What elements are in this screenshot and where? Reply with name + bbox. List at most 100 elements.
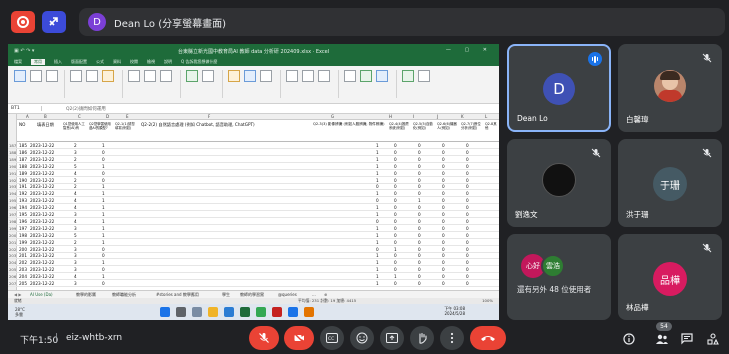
- cell-date[interactable]: 2023-12-22: [30, 226, 54, 231]
- cell-value[interactable]: 3: [74, 253, 77, 258]
- weather-widget[interactable]: 28°C 多雲: [15, 307, 25, 317]
- cell-date[interactable]: 2023-12-22: [30, 205, 54, 210]
- cell-date[interactable]: 2023-12-22: [30, 171, 54, 176]
- cell-value[interactable]: 3: [74, 247, 77, 252]
- captions-button[interactable]: CC: [320, 326, 344, 350]
- align-icon[interactable]: [128, 70, 140, 82]
- cell-value[interactable]: 2: [74, 143, 77, 148]
- cut-icon[interactable]: [30, 70, 42, 82]
- cell-value[interactable]: 0: [418, 233, 421, 238]
- presentation-indicator-button[interactable]: [42, 11, 66, 33]
- cell-value[interactable]: 0: [466, 157, 469, 162]
- find-select-icon[interactable]: [376, 70, 388, 82]
- cell-value[interactable]: 0: [466, 267, 469, 272]
- insert-cells-icon[interactable]: [286, 70, 298, 82]
- cell-no[interactable]: 205: [19, 281, 27, 286]
- row-number[interactable]: 189: [9, 157, 16, 162]
- col-header[interactable]: J: [437, 114, 438, 119]
- cell-date[interactable]: 2023-12-22: [30, 274, 54, 279]
- cell-value[interactable]: 0: [442, 240, 445, 245]
- cell-no[interactable]: 185: [19, 143, 27, 148]
- cell-value[interactable]: 0: [466, 233, 469, 238]
- cell-value[interactable]: 0: [466, 219, 469, 224]
- cell-value[interactable]: 1: [376, 212, 379, 217]
- bold-icon[interactable]: [86, 70, 98, 82]
- cell-date[interactable]: 2023-12-22: [30, 198, 54, 203]
- table-row[interactable]: 199 197 2023-12-22 3 1 1 0 0 0 0: [8, 226, 499, 232]
- cell-value[interactable]: 2: [74, 184, 77, 189]
- table-row[interactable]: 187 185 2023-12-22 2 1 1 0 0 0 0: [8, 143, 499, 149]
- cell-no[interactable]: 192: [19, 191, 27, 196]
- cell-value[interactable]: 0: [466, 240, 469, 245]
- cell-value[interactable]: 0: [394, 240, 397, 245]
- header-cell[interactable]: Q2-4(4)推薦系統(例如): [389, 122, 411, 130]
- cell-value[interactable]: 0: [466, 171, 469, 176]
- participant-tile-lin[interactable]: 品樺 林品樺: [618, 234, 722, 320]
- ribbon-tab-data[interactable]: 資料: [113, 59, 121, 65]
- sheet-tab[interactable]: AI Use (Da): [30, 292, 53, 297]
- cell-styles-icon[interactable]: [260, 70, 272, 82]
- sheet-nav-icon[interactable]: ◀ ▶: [14, 292, 21, 297]
- cell-value[interactable]: 0: [442, 219, 445, 224]
- format-table-icon[interactable]: [244, 70, 256, 82]
- cell-date[interactable]: 2023-12-22: [30, 157, 54, 162]
- cell-value[interactable]: 0: [442, 205, 445, 210]
- cell-value[interactable]: 0: [466, 143, 469, 148]
- header-cell[interactable]: Q2-5(5)自動化(例如): [413, 122, 435, 130]
- cell-value[interactable]: 1: [394, 247, 397, 252]
- cell-value[interactable]: 0: [102, 267, 105, 272]
- table-row[interactable]: 202 200 2023-12-22 3 0 0 1 0 0 0: [8, 247, 499, 253]
- table-row[interactable]: 193 191 2023-12-22 2 1 0 0 0 0 0: [8, 184, 499, 191]
- ribbon-tab-view[interactable]: 檢視: [147, 59, 155, 65]
- cell-date[interactable]: 2023-12-22: [30, 191, 54, 196]
- cell-value[interactable]: 0: [418, 260, 421, 265]
- col-header[interactable]: H: [389, 114, 392, 119]
- cell-date[interactable]: 2023-12-22: [30, 247, 54, 252]
- cell-value[interactable]: 0: [102, 157, 105, 162]
- cell-value[interactable]: 0: [442, 226, 445, 231]
- row-number[interactable]: 187: [9, 143, 16, 148]
- cell-value[interactable]: 0: [394, 178, 397, 183]
- cell-value[interactable]: 0: [466, 178, 469, 183]
- cell-value[interactable]: 0: [418, 178, 421, 183]
- system-clock[interactable]: 下午 03:08 2024/5/28: [444, 306, 465, 316]
- col-header[interactable]: B: [44, 114, 47, 119]
- recording-indicator-button[interactable]: [11, 11, 35, 33]
- cell-value[interactable]: 1: [376, 171, 379, 176]
- row-number[interactable]: 206: [9, 274, 16, 279]
- cell-value[interactable]: 0: [466, 274, 469, 279]
- cell-value[interactable]: 0: [442, 212, 445, 217]
- cell-value[interactable]: 0: [376, 219, 379, 224]
- excel-icon[interactable]: [240, 307, 250, 317]
- cell-value[interactable]: 0: [442, 164, 445, 169]
- cell-value[interactable]: 0: [376, 184, 379, 189]
- cell-value[interactable]: 0: [102, 171, 105, 176]
- cell-value[interactable]: 1: [102, 274, 105, 279]
- cell-date[interactable]: 2023-12-22: [30, 281, 54, 286]
- toggle-camera-button[interactable]: [284, 326, 314, 350]
- cell-value[interactable]: 0: [466, 150, 469, 155]
- row-number[interactable]: 197: [9, 212, 16, 217]
- cell-no[interactable]: 197: [19, 226, 27, 231]
- cell-value[interactable]: 1: [376, 191, 379, 196]
- cell-value[interactable]: 0: [102, 150, 105, 155]
- cell-value[interactable]: 0: [394, 164, 397, 169]
- cell-value[interactable]: 1: [376, 157, 379, 162]
- row-number[interactable]: 203: [9, 253, 16, 258]
- font-icon[interactable]: [70, 70, 82, 82]
- cell-value[interactable]: 1: [376, 253, 379, 258]
- merge-icon[interactable]: [160, 70, 172, 82]
- table-row[interactable]: 204 202 2023-12-22 3 1 1 0 0 0 0: [8, 260, 499, 267]
- cell-value[interactable]: 4: [74, 198, 77, 203]
- activities-button[interactable]: [706, 332, 720, 346]
- cell-value[interactable]: 1: [376, 233, 379, 238]
- table-row[interactable]: 206 204 2023-12-22 4 1 1 1 0 0 0: [8, 274, 499, 281]
- cell-value[interactable]: 1: [418, 198, 421, 203]
- cell-value[interactable]: 1: [376, 226, 379, 231]
- header-cell[interactable]: Q1您使用人工智慧(AI)有: [63, 122, 87, 130]
- cell-value[interactable]: 0: [376, 247, 379, 252]
- cell-value[interactable]: 1: [394, 274, 397, 279]
- delete-cells-icon[interactable]: [302, 70, 314, 82]
- cell-value[interactable]: 1: [376, 205, 379, 210]
- row-number[interactable]: 194: [9, 191, 16, 196]
